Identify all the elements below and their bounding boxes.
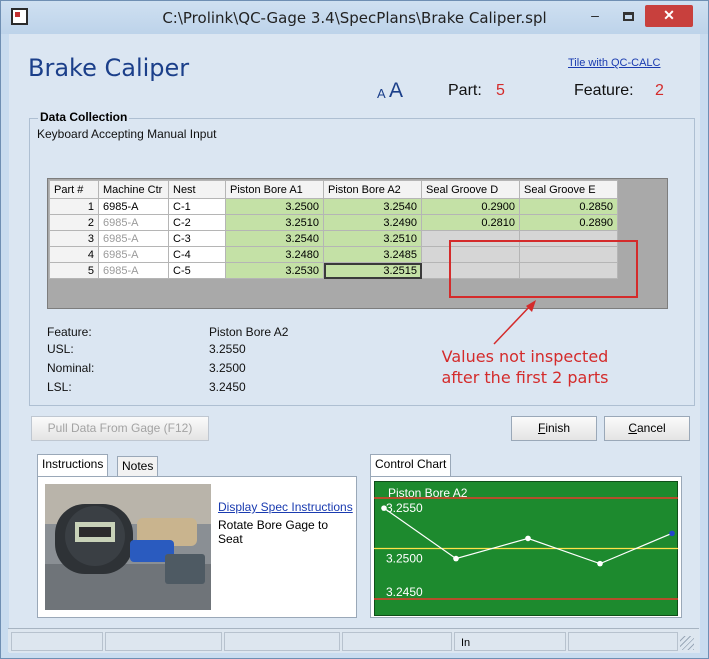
column-header[interactable]: Seal Groove E — [519, 180, 618, 199]
table-row: 2 6985-A C-2 3.2510 3.2490 0.2810 0.2890 — [49, 214, 618, 231]
active-measurement-cell[interactable]: 3.2515 — [323, 262, 422, 279]
column-header[interactable]: Machine Ctr — [98, 180, 169, 199]
status-cell — [105, 632, 222, 651]
machine-ctr-cell[interactable]: 6985-A — [98, 230, 169, 247]
status-cell — [11, 632, 103, 651]
lsl-value: 3.2450 — [209, 380, 246, 394]
font-decrease-button[interactable]: A — [377, 86, 386, 101]
missing-values-highlight — [449, 240, 638, 298]
measurement-cell[interactable]: 3.2510 — [323, 230, 422, 247]
resize-grip-icon[interactable] — [680, 636, 694, 650]
cancel-label: ancel — [636, 421, 666, 435]
part-value: 5 — [496, 82, 505, 99]
machine-ctr-cell[interactable]: 6985-A — [98, 214, 169, 231]
annotation-text: Values not inspected after the first 2 p… — [415, 346, 635, 388]
measurement-cell[interactable]: 3.2500 — [225, 198, 324, 215]
chart-point — [381, 505, 387, 511]
measurement-cell[interactable]: 0.2890 — [519, 214, 618, 231]
chart-point — [453, 555, 459, 562]
data-collection-title: Data Collection — [38, 110, 130, 124]
minimize-button[interactable]: – — [581, 5, 609, 27]
measurement-cell[interactable]: 0.2900 — [421, 198, 520, 215]
measurement-cell[interactable]: 0.2850 — [519, 198, 618, 215]
font-increase-button[interactable]: A — [389, 79, 403, 103]
feature-label: Feature: — [574, 82, 634, 99]
measurement-cell[interactable]: 3.2510 — [225, 214, 324, 231]
column-header[interactable]: Piston Bore A2 — [323, 180, 422, 199]
part-label: Part: — [448, 82, 482, 99]
feature-info-value: Piston Bore A2 — [209, 325, 289, 339]
status-cell — [342, 632, 452, 651]
column-header[interactable]: Part # — [49, 180, 99, 199]
machine-ctr-cell[interactable]: 6985-A — [98, 198, 169, 215]
measurement-cell[interactable]: 3.2540 — [225, 230, 324, 247]
status-cell-input-mode: In — [454, 632, 566, 651]
feature-info-label: Feature: — [47, 325, 92, 339]
column-header[interactable]: Piston Bore A1 — [225, 180, 324, 199]
measurement-cell[interactable]: 0.2810 — [421, 214, 520, 231]
annotation-arrow — [493, 300, 536, 345]
control-chart: 3.25503.25003.2450 — [374, 481, 678, 616]
chart-tick-label: 3.2450 — [386, 585, 423, 599]
finish-button[interactable]: Finish — [511, 416, 597, 441]
column-header[interactable]: Seal Groove D — [421, 180, 520, 199]
pull-data-from-gage-button[interactable]: Pull Data From Gage (F12) — [31, 416, 209, 441]
input-status-text: Keyboard Accepting Manual Input — [37, 127, 217, 141]
chart-tick-label: 3.2500 — [386, 552, 423, 566]
annotation-line-2: after the first 2 parts — [441, 368, 609, 387]
maximize-icon — [622, 11, 634, 21]
status-cell — [568, 632, 678, 651]
maximize-button[interactable] — [614, 5, 642, 27]
part-number-cell[interactable]: 1 — [49, 198, 99, 215]
measurement-cell[interactable]: 3.2480 — [225, 246, 324, 263]
table-header-row: Part # Machine Ctr Nest Piston Bore A1 P… — [49, 180, 618, 199]
tile-with-qc-calc-link[interactable]: Tile with QC-CALC — [568, 57, 661, 69]
part-number-cell[interactable]: 5 — [49, 262, 99, 279]
measurement-cell[interactable]: 3.2485 — [323, 246, 422, 263]
nest-cell[interactable]: C-3 — [168, 230, 226, 247]
chart-point — [669, 530, 675, 537]
part-number-cell[interactable]: 3 — [49, 230, 99, 247]
machine-ctr-cell[interactable]: 6985-A — [98, 262, 169, 279]
chart-title: Piston Bore A2 — [388, 486, 468, 500]
nest-cell[interactable]: C-2 — [168, 214, 226, 231]
nest-cell[interactable]: C-1 — [168, 198, 226, 215]
nominal-value: 3.2500 — [209, 361, 246, 375]
close-button[interactable]: ✕ — [645, 5, 693, 27]
nest-cell[interactable]: C-4 — [168, 246, 226, 263]
tab-notes[interactable]: Notes — [117, 456, 159, 476]
measurement-cell[interactable]: 3.2490 — [323, 214, 422, 231]
finish-label: inish — [545, 421, 571, 435]
instruction-image — [45, 484, 211, 610]
usl-value: 3.2550 — [209, 342, 246, 356]
display-spec-instructions-link[interactable]: Display Spec Instructions — [218, 500, 358, 514]
usl-label: USL: — [47, 342, 74, 356]
cancel-button[interactable]: Cancel — [604, 416, 690, 441]
lsl-label: LSL: — [47, 380, 72, 394]
tab-instructions[interactable]: Instructions — [37, 454, 109, 476]
measurement-cell[interactable]: 3.2540 — [323, 198, 422, 215]
part-number-cell[interactable]: 4 — [49, 246, 99, 263]
page-title: Brake Caliper — [28, 54, 190, 82]
column-header[interactable]: Nest — [168, 180, 226, 199]
nest-cell[interactable]: C-5 — [168, 262, 226, 279]
title-bar: C:\Prolink\QC-Gage 3.4\SpecPlans\Brake C… — [1, 1, 708, 34]
chart-point — [597, 560, 603, 567]
tab-control-chart[interactable]: Control Chart — [370, 454, 452, 476]
status-cell — [224, 632, 340, 651]
annotation-line-1: Values not inspected — [441, 347, 609, 366]
nominal-label: Nominal: — [47, 361, 95, 375]
status-bar: In — [8, 628, 699, 652]
measurement-cell[interactable]: 3.2530 — [225, 262, 324, 279]
cancel-mnemonic: C — [628, 421, 637, 435]
chart-point — [525, 535, 531, 542]
machine-ctr-cell[interactable]: 6985-A — [98, 246, 169, 263]
instruction-text: Rotate Bore Gage to Seat — [218, 518, 329, 546]
feature-value: 2 — [655, 82, 664, 99]
table-row: 1 6985-A C-1 3.2500 3.2540 0.2900 0.2850 — [49, 198, 618, 215]
part-number-cell[interactable]: 2 — [49, 214, 99, 231]
